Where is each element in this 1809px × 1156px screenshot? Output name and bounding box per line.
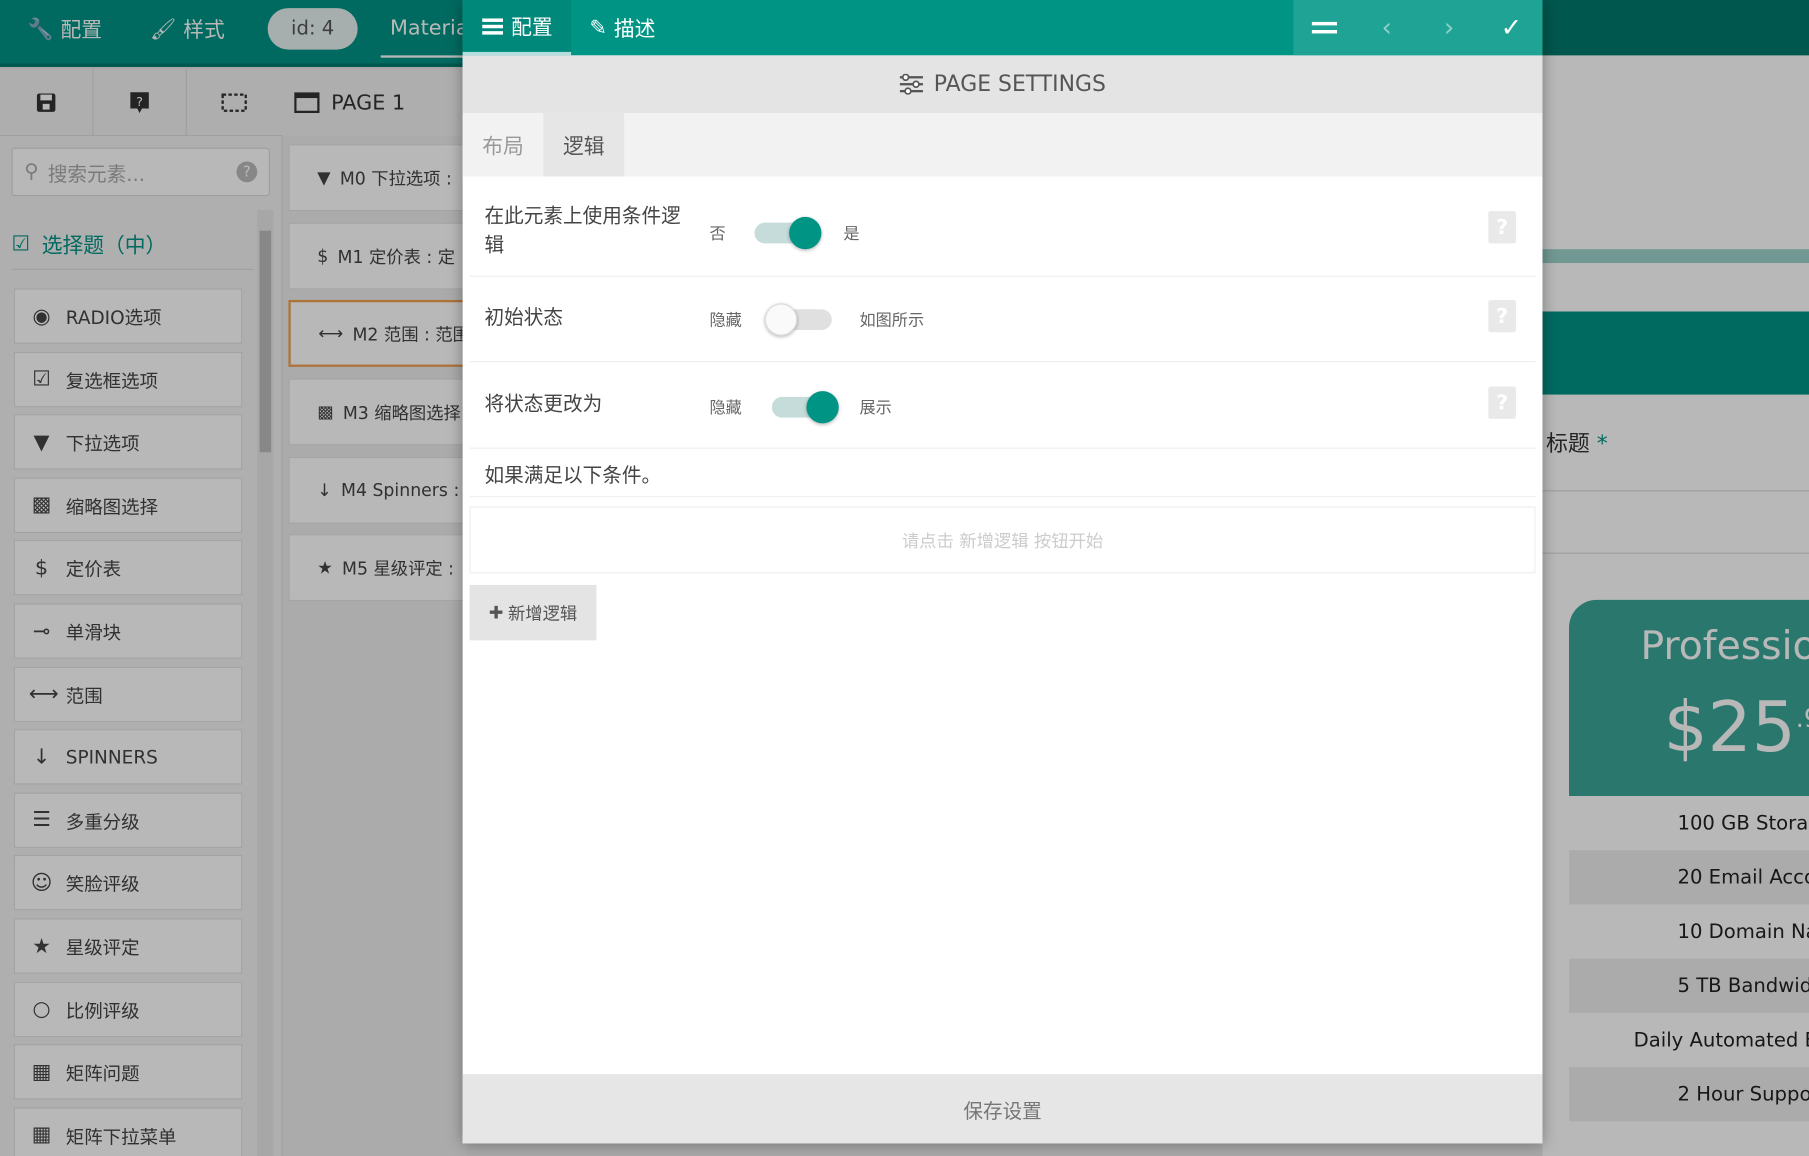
save-settings-button[interactable]: 保存设置 bbox=[462, 1074, 1543, 1144]
add-logic-label: 新增逻辑 bbox=[507, 602, 578, 624]
drag-handle-icon[interactable] bbox=[1293, 0, 1355, 55]
conditional-logic-toggle[interactable] bbox=[754, 216, 822, 250]
modal-tools: ‹ › ✓ bbox=[1293, 0, 1543, 56]
tab-config-label: 配置 bbox=[511, 15, 553, 40]
modal-topbar: 配置 ✎ 描述 ‹ › ✓ bbox=[462, 0, 1543, 56]
subtab-layout[interactable]: 布局 bbox=[463, 113, 544, 176]
change-state-off-label: 隐藏 bbox=[709, 399, 742, 418]
save-settings-label: 保存设置 bbox=[963, 1100, 1042, 1124]
tab-description-label: 描述 bbox=[613, 17, 656, 42]
subtab-logic[interactable]: 逻辑 bbox=[543, 113, 625, 177]
conditional-logic-row: 在此元素上使用条件逻辑 否 是 ? bbox=[469, 177, 1536, 277]
help-icon[interactable]: ? bbox=[1488, 299, 1516, 333]
change-state-label: 将状态更改为 bbox=[484, 393, 603, 417]
initial-state-toggle[interactable] bbox=[764, 303, 832, 336]
conditional-logic-on-label: 是 bbox=[843, 224, 860, 244]
conditional-logic-off-label: 否 bbox=[709, 224, 726, 244]
initial-state-row: 初始状态 隐藏 如图所示 ? bbox=[469, 277, 1536, 363]
list-icon bbox=[482, 17, 504, 35]
modal-title-bar: PAGE SETTINGS bbox=[462, 55, 1543, 114]
modal-title: PAGE SETTINGS bbox=[933, 71, 1106, 97]
sliders-icon bbox=[900, 73, 924, 95]
tab-description[interactable]: ✎ 描述 bbox=[571, 0, 674, 55]
settings-modal: 配置 ✎ 描述 ‹ › ✓ PAGE SETTINGS 布局 逻辑 在此元素上使… bbox=[462, 0, 1543, 1144]
logic-empty-hint: 请点击 新增逻辑 按钮开始 bbox=[901, 530, 1104, 551]
help-icon[interactable]: ? bbox=[1488, 386, 1516, 419]
settings-subtabs: 布局 逻辑 bbox=[462, 113, 1543, 177]
confirm-check-icon[interactable]: ✓ bbox=[1480, 0, 1542, 55]
prev-arrow-icon[interactable]: ‹ bbox=[1356, 0, 1418, 55]
condition-text: 如果满足以下条件。 bbox=[484, 464, 662, 489]
toggle-knob bbox=[789, 216, 822, 250]
divider bbox=[469, 496, 1536, 498]
initial-state-label: 初始状态 bbox=[484, 306, 564, 330]
initial-state-on-label: 如图所示 bbox=[859, 311, 925, 330]
tab-config[interactable]: 配置 bbox=[462, 0, 572, 56]
pen-icon: ✎ bbox=[589, 15, 607, 40]
initial-state-off-label: 隐藏 bbox=[709, 311, 742, 330]
help-icon[interactable]: ? bbox=[1488, 211, 1516, 244]
change-state-row: 将状态更改为 隐藏 展示 ? bbox=[469, 362, 1536, 449]
add-logic-button[interactable]: ✚ 新增逻辑 bbox=[469, 584, 597, 641]
plus-icon: ✚ bbox=[488, 602, 504, 623]
change-state-on-label: 展示 bbox=[859, 399, 892, 418]
toggle-knob bbox=[764, 303, 798, 336]
conditional-logic-label: 在此元素上使用条件逻辑 bbox=[484, 205, 681, 258]
logic-empty-box: 请点击 新增逻辑 按钮开始 bbox=[469, 506, 1536, 574]
change-state-toggle[interactable] bbox=[771, 391, 839, 424]
next-arrow-icon[interactable]: › bbox=[1418, 0, 1480, 55]
toggle-knob bbox=[806, 391, 839, 424]
